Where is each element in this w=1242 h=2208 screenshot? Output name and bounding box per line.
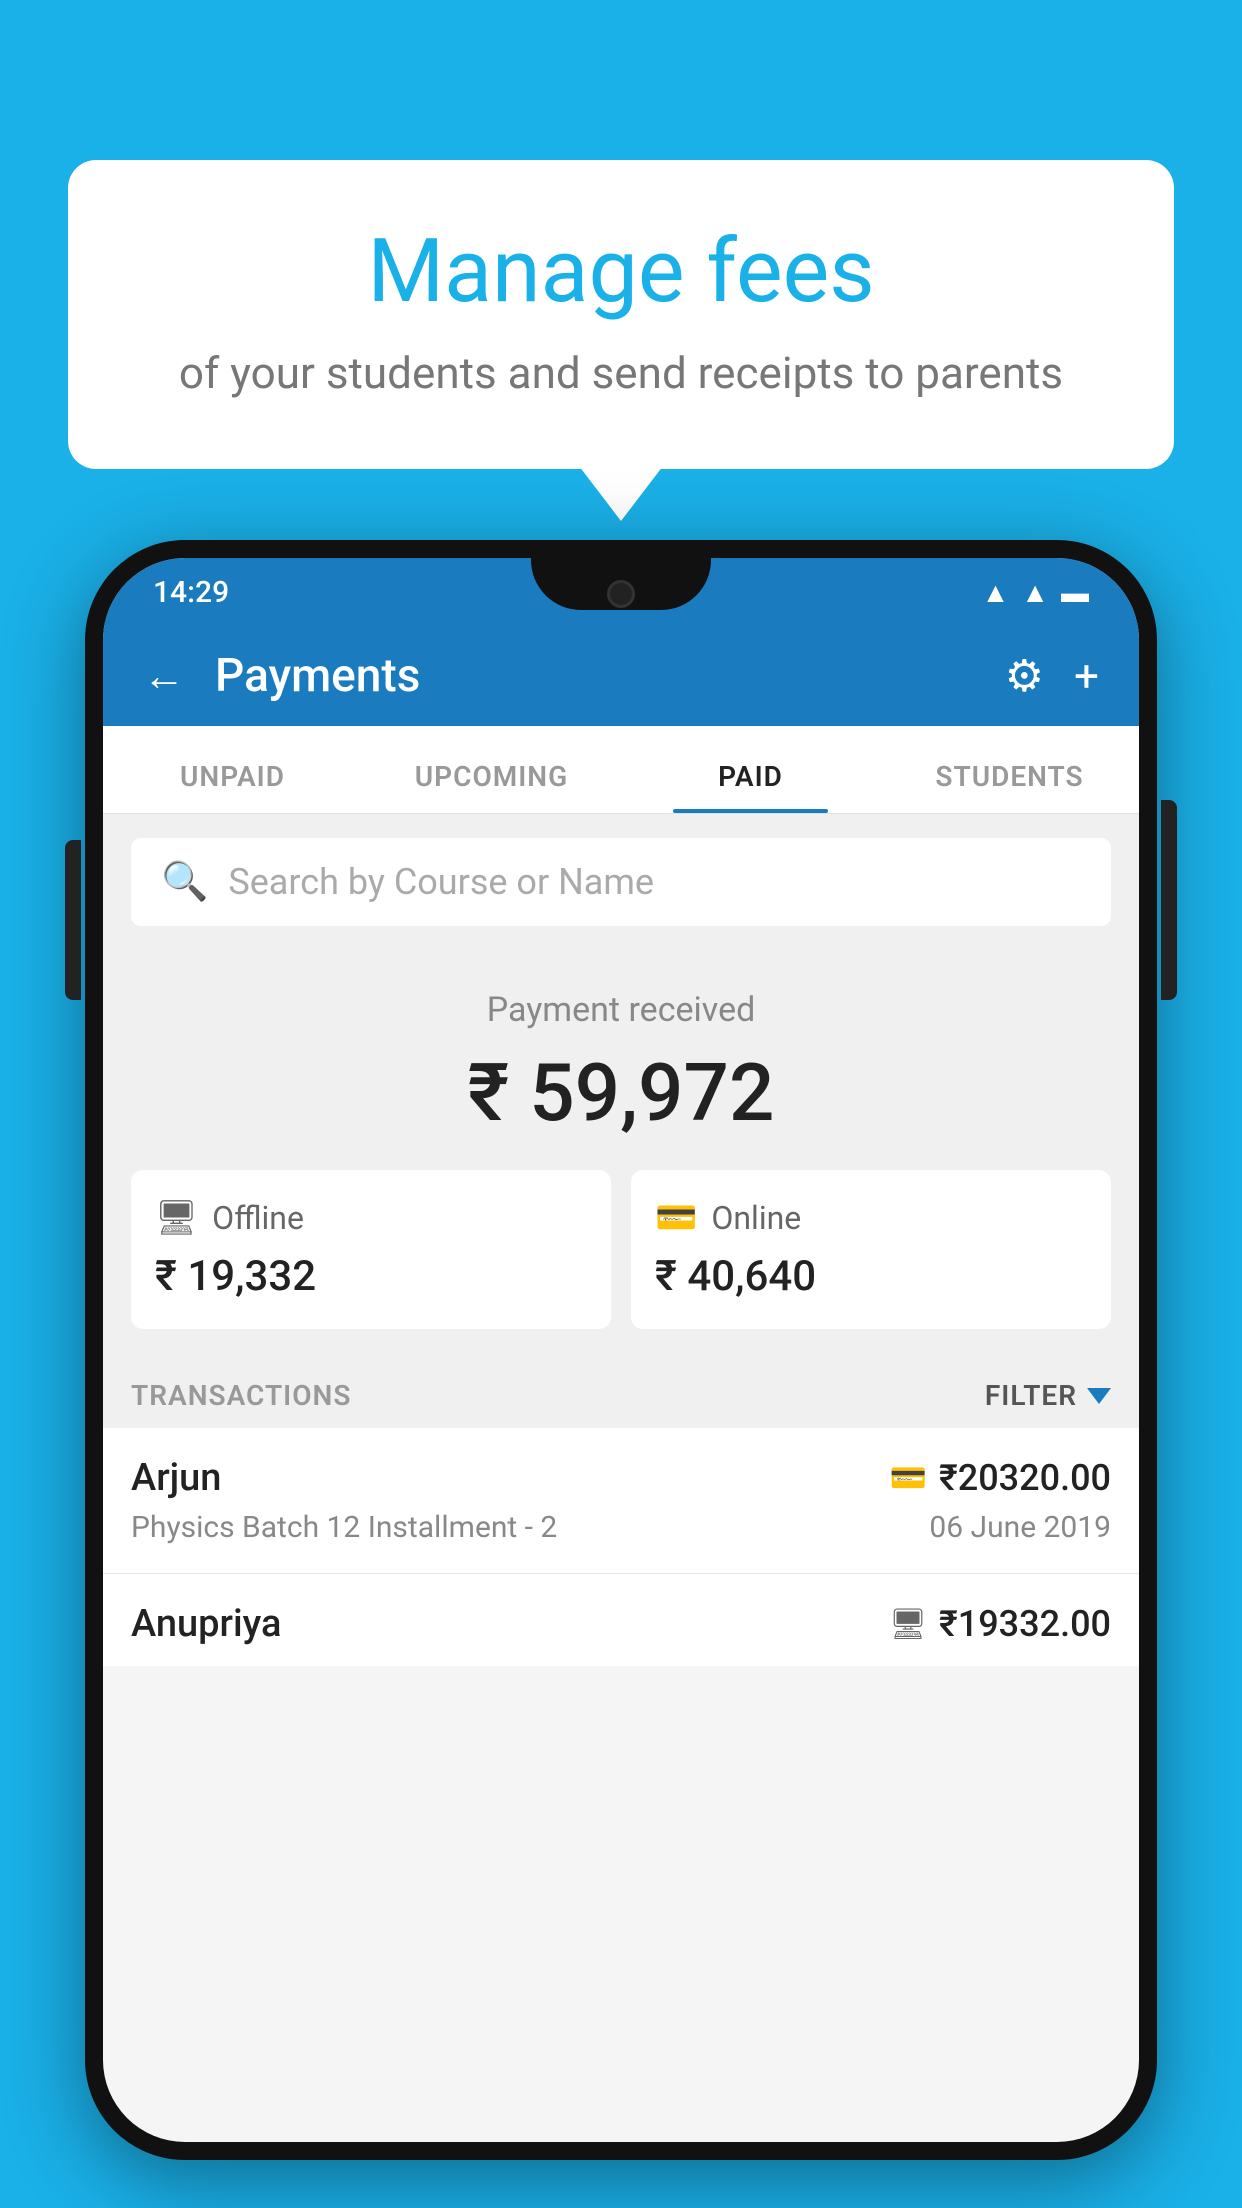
front-camera (607, 580, 635, 608)
speech-bubble: Manage fees of your students and send re… (68, 160, 1174, 469)
payment-received-amount: ₹ 59,972 (131, 1046, 1111, 1140)
search-container: 🔍 Search by Course or Name (103, 814, 1139, 950)
transactions-header: TRANSACTIONS FILTER (103, 1359, 1139, 1428)
transaction-amount-row: 💳 ₹20320.00 (890, 1457, 1111, 1499)
transaction-course: Physics Batch 12 Installment - 2 (131, 1510, 557, 1545)
gear-icon[interactable]: ⚙ (1005, 650, 1044, 702)
page-title: Payments (215, 649, 975, 703)
filter-button[interactable]: FILTER (985, 1379, 1111, 1412)
add-button[interactable]: + (1074, 650, 1099, 702)
online-card-header: 💳 Online (655, 1198, 1087, 1238)
tab-paid[interactable]: PAID (621, 760, 880, 813)
transactions-label: TRANSACTIONS (131, 1379, 351, 1412)
search-input[interactable]: Search by Course or Name (228, 861, 654, 903)
status-time: 14:29 (153, 575, 229, 610)
tab-upcoming[interactable]: UPCOMING (362, 760, 621, 813)
tab-unpaid[interactable]: UNPAID (103, 760, 362, 813)
offline-card-header: 🖥 Offline (155, 1198, 587, 1238)
offline-amount: ₹ 19,332 (155, 1252, 587, 1301)
transaction-name: Anupriya (131, 1602, 281, 1646)
transaction-list: Arjun 💳 ₹20320.00 Physics Batch 12 Insta… (103, 1428, 1139, 1666)
phone-container: 14:29 ▲ ▲ ▬ ← Payments ⚙ + UNPAID (85, 540, 1157, 2208)
phone-screen: 14:29 ▲ ▲ ▬ ← Payments ⚙ + UNPAID (103, 558, 1139, 2142)
search-icon: 🔍 (161, 860, 208, 904)
payment-type-icon: 💳 (890, 1461, 927, 1496)
offline-icon: 🖥 (155, 1198, 198, 1238)
tabs-bar: UNPAID UPCOMING PAID STUDENTS (103, 726, 1139, 814)
search-bar[interactable]: 🔍 Search by Course or Name (131, 838, 1111, 926)
bubble-title: Manage fees (118, 220, 1124, 323)
app-header: ← Payments ⚙ + (103, 626, 1139, 726)
phone-notch (531, 558, 711, 610)
payment-type-icon: 🖥 (889, 1607, 927, 1642)
payment-received-label: Payment received (131, 990, 1111, 1030)
transaction-item[interactable]: Anupriya 🖥 ₹19332.00 (103, 1574, 1139, 1666)
bubble-subtitle: of your students and send receipts to pa… (118, 347, 1124, 399)
tab-students[interactable]: STUDENTS (880, 760, 1139, 813)
payment-cards-row: 🖥 Offline ₹ 19,332 💳 Online ₹ 40,640 (103, 1170, 1139, 1359)
online-card: 💳 Online ₹ 40,640 (631, 1170, 1111, 1329)
transaction-name: Arjun (131, 1456, 221, 1500)
back-button[interactable]: ← (143, 652, 185, 701)
phone-outer: 14:29 ▲ ▲ ▬ ← Payments ⚙ + UNPAID (85, 540, 1157, 2160)
wifi-icon: ▲ (982, 576, 1010, 609)
transaction-bottom-row: Physics Batch 12 Installment - 2 06 June… (131, 1510, 1111, 1545)
filter-label: FILTER (985, 1379, 1077, 1412)
online-icon: 💳 (655, 1198, 697, 1238)
transaction-amount-row: 🖥 ₹19332.00 (889, 1603, 1111, 1645)
header-actions: ⚙ + (1005, 650, 1099, 702)
transaction-amount: ₹20320.00 (939, 1457, 1111, 1499)
status-icons: ▲ ▲ ▬ (982, 576, 1089, 609)
filter-icon (1087, 1388, 1111, 1404)
battery-icon: ▬ (1061, 576, 1089, 609)
transaction-top-row: Arjun 💳 ₹20320.00 (131, 1456, 1111, 1500)
online-label: Online (711, 1199, 801, 1237)
transaction-item[interactable]: Arjun 💳 ₹20320.00 Physics Batch 12 Insta… (103, 1428, 1139, 1574)
payment-received-section: Payment received ₹ 59,972 (103, 950, 1139, 1170)
transaction-partial-top: Anupriya 🖥 ₹19332.00 (131, 1602, 1111, 1646)
transaction-amount: ₹19332.00 (939, 1603, 1111, 1645)
online-amount: ₹ 40,640 (655, 1252, 1087, 1301)
offline-card: 🖥 Offline ₹ 19,332 (131, 1170, 611, 1329)
offline-label: Offline (212, 1199, 304, 1237)
signal-icon: ▲ (1021, 576, 1049, 609)
transaction-date: 06 June 2019 (929, 1510, 1111, 1545)
